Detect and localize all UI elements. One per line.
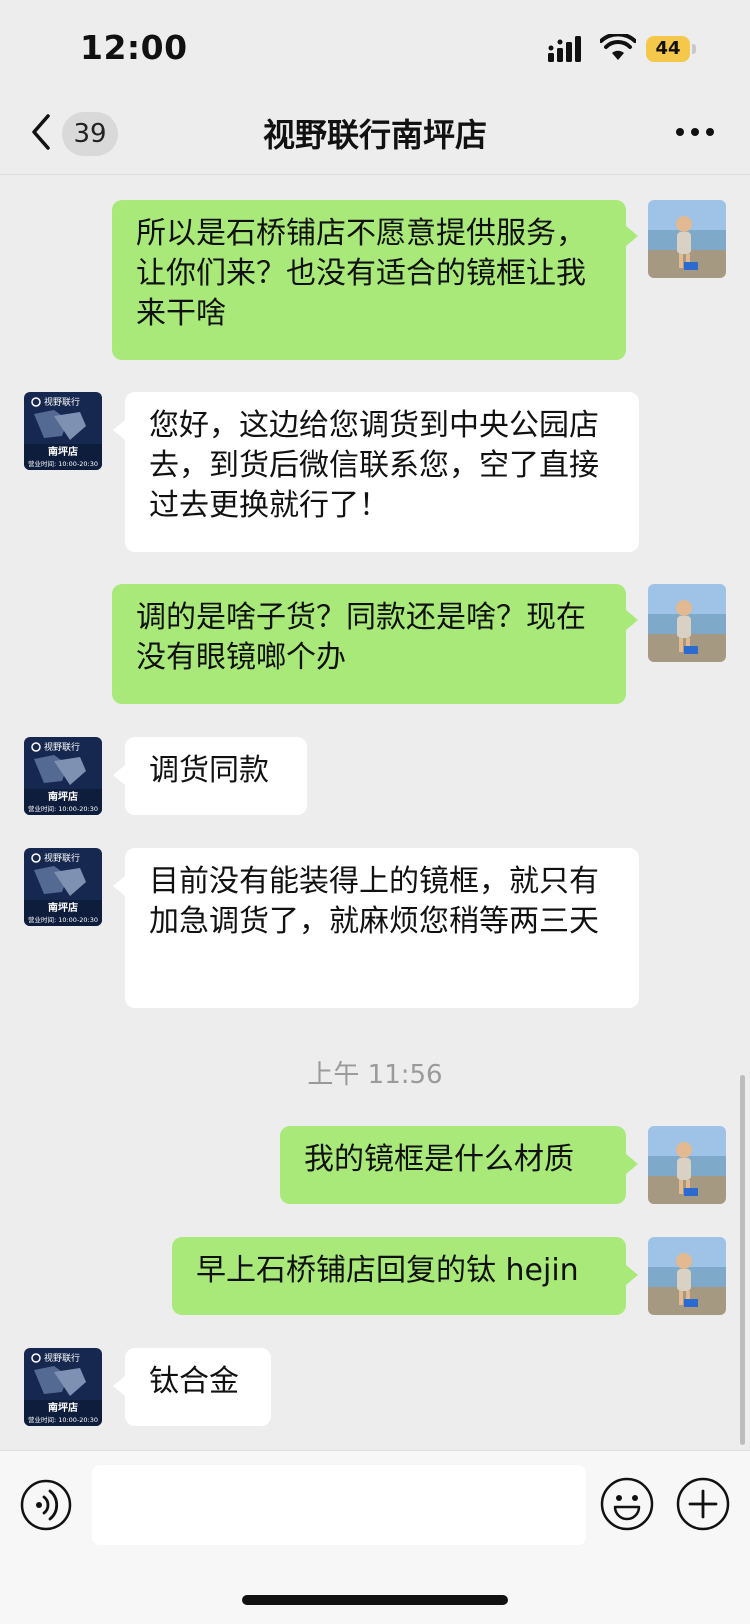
message-bubble-sent[interactable]: 调的是啥子货？同款还是啥？现在没有眼镜啷个办 [112, 584, 626, 704]
emoji-icon[interactable] [600, 1477, 654, 1531]
store-avatar-brand: 视野联行 [44, 852, 80, 864]
store-avatar-brand: 视野联行 [44, 1352, 80, 1364]
bubble-tail [626, 610, 638, 630]
status-time: 12:00 [80, 28, 188, 67]
store-avatar-brand: 视野联行 [44, 741, 80, 753]
battery-level: 44 [646, 36, 690, 62]
home-indicator [242, 1595, 508, 1605]
store-avatar-name: 南坪店 [48, 445, 78, 458]
voice-icon[interactable] [20, 1479, 72, 1531]
more-icon[interactable] [672, 114, 718, 150]
my-avatar[interactable] [648, 1126, 726, 1204]
bubble-tail [626, 1265, 638, 1285]
wifi-icon [600, 34, 636, 62]
bubble-tail [626, 226, 638, 246]
message-input[interactable] [92, 1465, 586, 1545]
store-avatar-hours: 营业时间: 10:00-20:30 [28, 1415, 98, 1424]
message-bubble-sent[interactable]: 早上石桥铺店回复的钛 hejin [172, 1237, 626, 1315]
store-avatar[interactable]: 视野联行 南坪店 营业时间: 10:00-20:30 [24, 737, 102, 815]
bubble-tail [113, 765, 125, 785]
battery-indicator: 44 [646, 36, 696, 62]
message-bubble-received[interactable]: 目前没有能装得上的镜框，就只有加急调货了，就麻烦您稍等两三天 [125, 848, 639, 1008]
message-input-bar [0, 1450, 750, 1624]
message-bubble-received[interactable]: 您好，这边给您调货到中央公园店去，到货后微信联系您，空了直接过去更换就行了！ [125, 392, 639, 552]
store-avatar-hours: 营业时间: 10:00-20:30 [28, 804, 98, 813]
bubble-tail [113, 876, 125, 896]
store-avatar[interactable]: 视野联行 南坪店 营业时间: 10:00-20:30 [24, 1348, 102, 1426]
chat-title: 视野联行南坪店 [0, 112, 750, 158]
message-bubble-received[interactable]: 调货同款 [125, 737, 307, 815]
store-avatar-name: 南坪店 [48, 790, 78, 803]
my-avatar[interactable] [648, 1237, 726, 1315]
cellular-signal-icon [548, 36, 588, 62]
bubble-tail [113, 420, 125, 440]
bubble-tail [113, 1376, 125, 1396]
my-avatar[interactable] [648, 584, 726, 662]
plus-icon[interactable] [676, 1477, 730, 1531]
battery-tip [692, 44, 696, 54]
store-avatar-hours: 营业时间: 10:00-20:30 [28, 915, 98, 924]
message-bubble-received[interactable]: 钛合金 [125, 1348, 271, 1426]
message-timestamp: 上午 11:56 [0, 1054, 750, 1091]
store-avatar-name: 南坪店 [48, 1401, 78, 1414]
chat-scrollbar[interactable] [740, 1075, 745, 1445]
store-avatar-hours: 营业时间: 10:00-20:30 [28, 459, 98, 468]
message-bubble-sent[interactable]: 所以是石桥铺店不愿意提供服务，让你们来？也没有适合的镜框让我来干啥 [112, 200, 626, 360]
store-avatar-name: 南坪店 [48, 901, 78, 914]
my-avatar[interactable] [648, 200, 726, 278]
status-bar: 12:00 44 [0, 0, 750, 100]
bubble-tail [626, 1154, 638, 1174]
store-avatar[interactable]: 视野联行 南坪店 营业时间: 10:00-20:30 [24, 848, 102, 926]
chat-header: 39 视野联行南坪店 [0, 100, 750, 175]
store-avatar-brand: 视野联行 [44, 396, 80, 408]
store-avatar[interactable]: 视野联行 南坪店 营业时间: 10:00-20:30 [24, 392, 102, 470]
message-bubble-sent[interactable]: 我的镜框是什么材质 [280, 1126, 626, 1204]
